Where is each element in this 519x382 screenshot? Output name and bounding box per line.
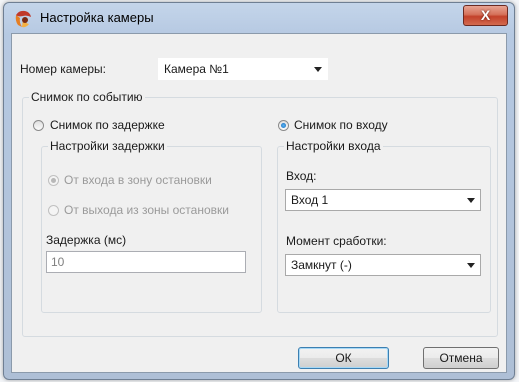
event-snapshot-group-title: Снимок по событию	[29, 90, 145, 104]
close-icon: X	[480, 7, 491, 23]
chevron-down-icon	[467, 198, 475, 203]
trigger-moment-label: Момент сработки:	[286, 234, 387, 248]
close-button[interactable]: X	[463, 5, 508, 26]
input-select[interactable]: Вход 1	[285, 189, 481, 211]
trigger-moment-select-value: Замкнут (-)	[291, 258, 352, 272]
camera-settings-dialog: Настройка камеры X Номер камеры: Камера …	[3, 2, 515, 380]
dialog-body: Номер камеры: Камера №1 Снимок по событи…	[11, 33, 507, 373]
delay-ms-label: Задержка (мс)	[46, 233, 127, 247]
delay-ms-value: 10	[51, 255, 65, 269]
radio-from-zone-exit-label[interactable]: От выхода из зоны остановки	[64, 203, 229, 217]
delay-settings-group-title: Настройки задержки	[48, 139, 167, 153]
delay-ms-input[interactable]: 10	[46, 251, 246, 273]
input-label: Вход:	[286, 169, 317, 183]
camera-select-value: Камера №1	[164, 62, 229, 76]
radio-snapshot-by-input-label[interactable]: Снимок по входу	[294, 118, 388, 132]
input-select-value: Вход 1	[291, 193, 329, 207]
radio-from-zone-enter[interactable]	[48, 175, 59, 186]
window-title: Настройка камеры	[40, 10, 154, 25]
ok-button[interactable]: ОК	[298, 347, 389, 369]
radio-snapshot-by-delay[interactable]	[33, 120, 44, 131]
radio-snapshot-by-delay-label[interactable]: Снимок по задержке	[50, 118, 165, 132]
input-settings-group: Настройки входа Вход: Вход 1 Момент сраб…	[277, 139, 491, 313]
radio-from-zone-enter-label[interactable]: От входа в зону остановки	[64, 173, 212, 187]
title-bar[interactable]: Настройка камеры X	[4, 3, 514, 33]
delay-settings-group: Настройки задержки От входа в зону остан…	[41, 139, 262, 313]
radio-snapshot-by-input[interactable]	[278, 120, 289, 131]
app-icon	[15, 10, 31, 28]
trigger-moment-select[interactable]: Замкнут (-)	[285, 254, 481, 276]
chevron-down-icon	[467, 263, 475, 268]
camera-select[interactable]: Камера №1	[158, 58, 328, 80]
camera-number-label: Номер камеры:	[20, 62, 107, 76]
radio-from-zone-exit[interactable]	[48, 205, 59, 216]
cancel-button[interactable]: Отмена	[423, 347, 499, 369]
event-snapshot-group: Снимок по событию Снимок по задержке Сни…	[22, 90, 498, 337]
input-settings-group-title: Настройки входа	[284, 139, 383, 153]
chevron-down-icon	[314, 67, 322, 72]
